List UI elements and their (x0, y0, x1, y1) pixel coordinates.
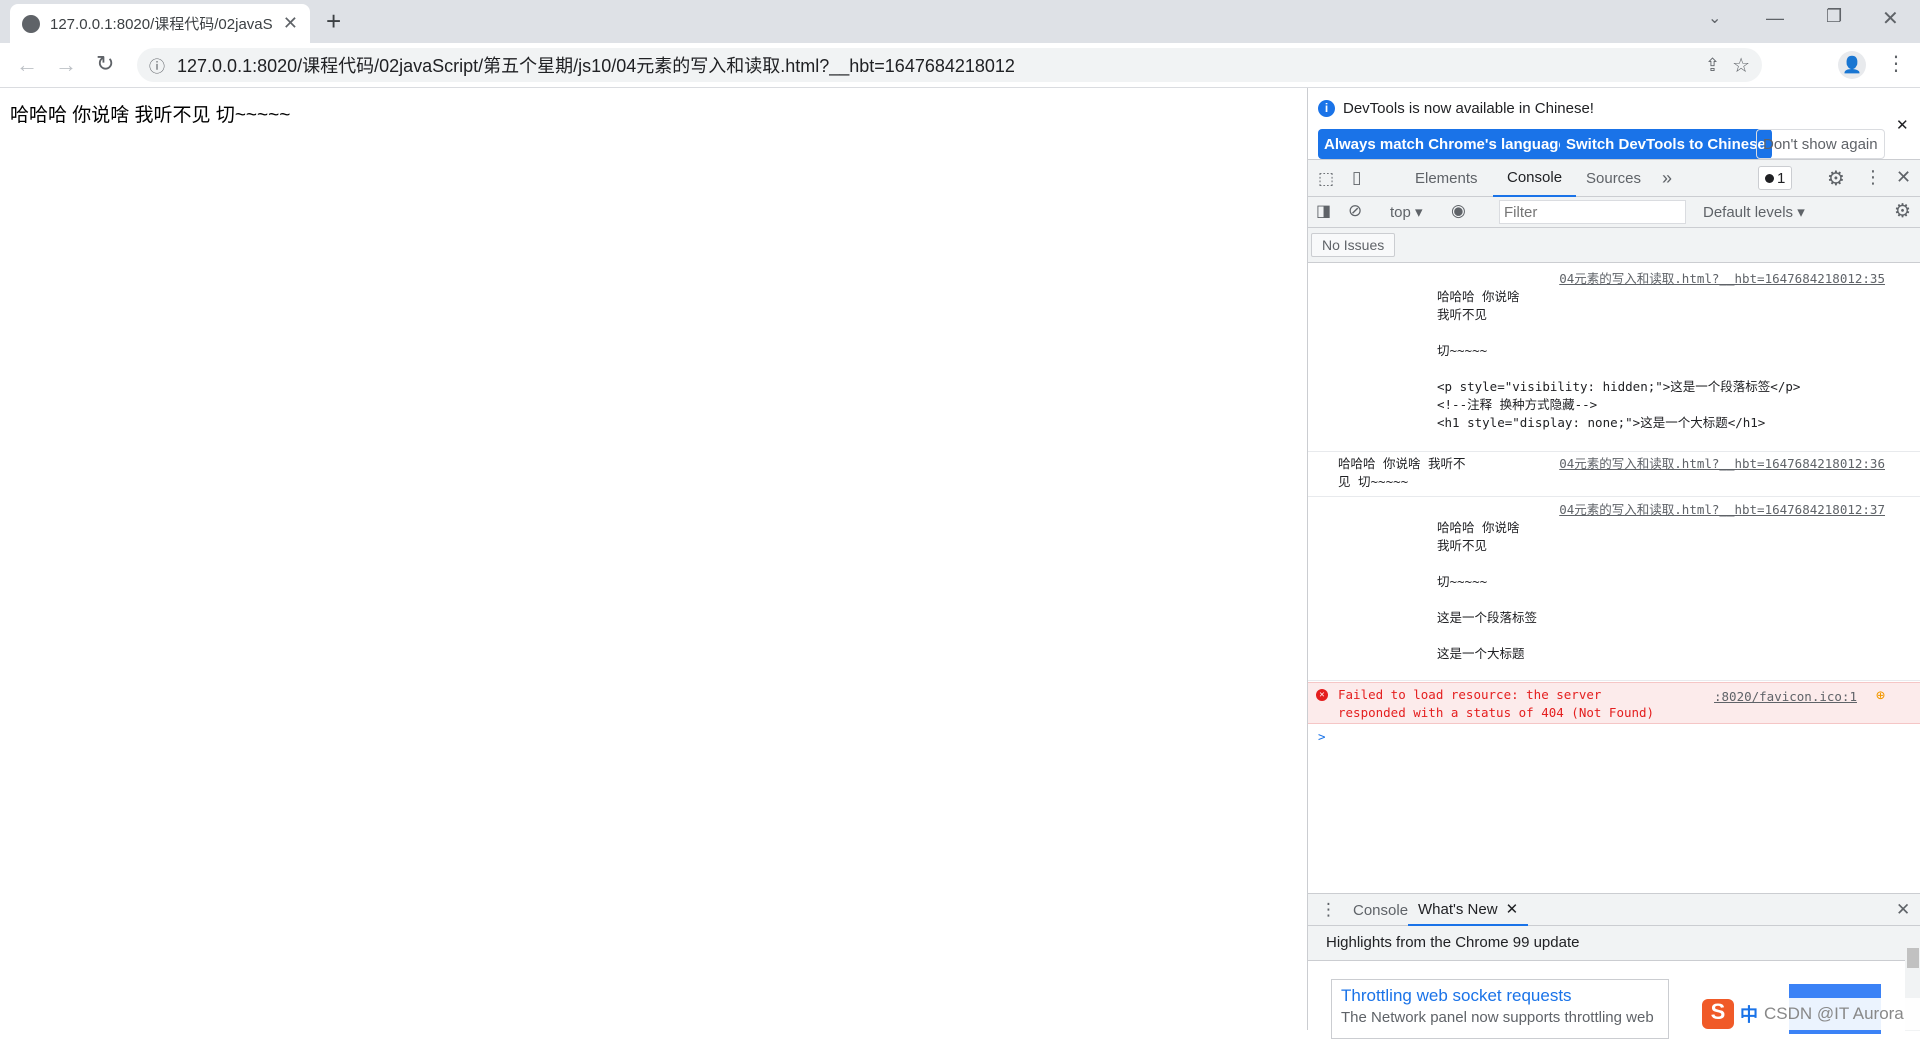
close-devtools-icon[interactable]: ✕ (1896, 167, 1911, 188)
context-value: top (1390, 204, 1411, 221)
reload-icon[interactable]: ↻ (96, 51, 114, 77)
switch-to-chinese-button[interactable]: Switch DevTools to Chinese (1560, 129, 1772, 159)
source-link[interactable]: 04元素的写入和读取.html?__hbt=1647684218012:36 (1559, 455, 1885, 473)
browser-tab[interactable]: 127.0.0.1:8020/课程代码/02javaScript/第五个星期/j… (10, 4, 310, 43)
page-body-text: 哈哈哈 你说啥 我听不见 切~~~~~ (10, 105, 291, 126)
device-toolbar-icon[interactable]: ▯ (1352, 168, 1361, 188)
whats-new-label: What's New (1418, 900, 1498, 918)
infobar-close-icon[interactable]: ✕ (1896, 116, 1909, 134)
levels-value: Default levels (1703, 204, 1794, 221)
error-dot-icon (1765, 173, 1774, 183)
sogou-logo-icon: S (1702, 999, 1734, 1029)
close-tab-icon[interactable]: ✕ (283, 13, 298, 34)
profile-avatar[interactable]: 👤 (1838, 51, 1866, 79)
console-error-message: ✕ Failed to load resource: the server re… (1308, 682, 1920, 724)
highlights-text: Highlights from the Chrome 99 update (1326, 934, 1580, 951)
close-whats-new-icon[interactable]: ✕ (1506, 900, 1519, 918)
context-select[interactable]: top ▾ (1390, 203, 1423, 221)
no-issues-button[interactable]: No Issues (1311, 233, 1396, 257)
console-message: 04元素的写入和读取.html?__hbt=1647684218012:36 哈… (1308, 452, 1920, 497)
always-match-language-button[interactable]: Always match Chrome's language (1318, 129, 1573, 159)
toolbar: ← → ↻ ⓘ 127.0.0.1:8020/课程代码/02javaScript… (0, 43, 1920, 88)
error-count: 1 (1777, 169, 1786, 187)
drawer-tab-whats-new[interactable]: What's New ✕ (1408, 894, 1529, 926)
console-prompt[interactable]: > (1318, 728, 1326, 746)
message-text: 哈哈哈 你说啥 我听不 见 切~~~~~ (1338, 456, 1466, 489)
inspect-element-icon[interactable]: ⬚ (1318, 169, 1334, 189)
address-bar[interactable]: ⓘ 127.0.0.1:8020/课程代码/02javaScript/第五个星期… (137, 48, 1762, 82)
tab-title: 127.0.0.1:8020/课程代码/02javaScript/第五个星期/j… (50, 16, 273, 33)
globe-icon (22, 14, 40, 33)
more-tabs-icon[interactable]: » (1654, 160, 1680, 197)
dont-show-again-button[interactable]: Don't show again (1756, 129, 1885, 159)
console-message: 04元素的写入和读取.html?__hbt=1647684218012:35 哈… (1308, 264, 1920, 452)
issues-bar: No Issues (1308, 228, 1920, 263)
whats-new-card[interactable]: Throttling web socket requests The Netwo… (1331, 979, 1669, 1039)
message-text: 哈哈哈 你说啥 我听不见 切~~~~~ 这是一个段落标签 这是一个大标题 (1437, 520, 1538, 661)
devtools-tabbar: ⬚ ▯ Elements Console Sources » 1 ⚙ ⋮ ✕ (1308, 160, 1920, 197)
filter-input[interactable] (1499, 200, 1686, 224)
share-icon[interactable]: ⇪ (1705, 55, 1720, 76)
url-text: 127.0.0.1:8020/课程代码/02javaScript/第五个星期/j… (177, 56, 1015, 76)
close-drawer-icon[interactable]: ✕ (1896, 900, 1910, 920)
drawer-menu-icon[interactable]: ⋮ (1320, 900, 1337, 920)
console-settings-icon[interactable]: ⚙ (1894, 200, 1911, 223)
infobar-message: DevTools is now available in Chinese! (1343, 100, 1594, 117)
message-text: 哈哈哈 你说啥 我听不见 切~~~~~ <p style="visibility… (1437, 289, 1801, 430)
error-icon: ✕ (1316, 689, 1328, 701)
watermark-text: CSDN @IT Aurora (1764, 1004, 1904, 1023)
tab-strip: 127.0.0.1:8020/课程代码/02javaScript/第五个星期/j… (0, 0, 1920, 43)
settings-gear-icon[interactable]: ⚙ (1827, 166, 1845, 191)
sidebar-toggle-icon[interactable]: ◨ (1316, 201, 1331, 221)
console-toolbar: ◨ ⊘ top ▾ ◉ Default levels ▾ ⚙ (1308, 197, 1920, 228)
console-message: 04元素的写入和读取.html?__hbt=1647684218012:37 哈… (1308, 497, 1920, 681)
back-icon[interactable]: ← (16, 52, 38, 78)
whats-new-header: Highlights from the Chrome 99 update (1308, 926, 1905, 961)
new-tab-button[interactable]: + (326, 6, 341, 37)
info-icon[interactable]: ⓘ (149, 53, 165, 77)
tab-console[interactable]: Console (1493, 160, 1577, 197)
live-expression-eye-icon[interactable]: ◉ (1451, 201, 1466, 221)
card-text: The Network panel now supports throttlin… (1341, 1009, 1654, 1026)
window-close-icon[interactable]: ✕ (1882, 6, 1899, 31)
card-title[interactable]: Throttling web socket requests (1341, 986, 1659, 1006)
tab-search-icon[interactable]: ⌄ (1708, 8, 1721, 28)
error-text: Failed to load resource: the server resp… (1338, 687, 1655, 720)
error-source-link[interactable]: :8020/favicon.ico:1 (1714, 688, 1857, 706)
menu-icon[interactable]: ⋮ (1886, 51, 1906, 76)
source-link[interactable]: 04元素的写入和读取.html?__hbt=1647684218012:37 (1559, 501, 1885, 519)
language-infobar: i DevTools is now available in Chinese! … (1308, 88, 1920, 160)
source-link[interactable]: 04元素的写入和读取.html?__hbt=1647684218012:35 (1559, 270, 1885, 288)
minimize-icon[interactable]: — (1766, 8, 1784, 29)
clear-console-icon[interactable]: ⊘ (1348, 201, 1362, 221)
ime-toolbar[interactable]: S 中 CSDN @IT Aurora (1700, 998, 1920, 1030)
restore-icon[interactable]: ❐ (1826, 6, 1842, 27)
devtools-panel: i DevTools is now available in Chinese! … (1307, 88, 1920, 1039)
drawer-tab-console[interactable]: Console (1345, 894, 1416, 926)
ime-mode[interactable]: 中 (1740, 1001, 1758, 1027)
network-request-icon[interactable]: ⊕ (1876, 686, 1885, 704)
devtools-menu-icon[interactable]: ⋮ (1864, 167, 1882, 188)
drawer-tabbar: ⋮ Console What's New ✕ ✕ (1308, 894, 1920, 926)
error-counter[interactable]: 1 (1758, 166, 1793, 190)
tab-elements[interactable]: Elements (1407, 160, 1486, 197)
forward-icon[interactable]: → (55, 52, 77, 78)
bookmark-star-icon[interactable]: ☆ (1732, 53, 1750, 78)
tab-sources[interactable]: Sources (1578, 160, 1649, 197)
info-circle-icon: i (1318, 100, 1335, 117)
log-levels-select[interactable]: Default levels ▾ (1703, 203, 1805, 221)
